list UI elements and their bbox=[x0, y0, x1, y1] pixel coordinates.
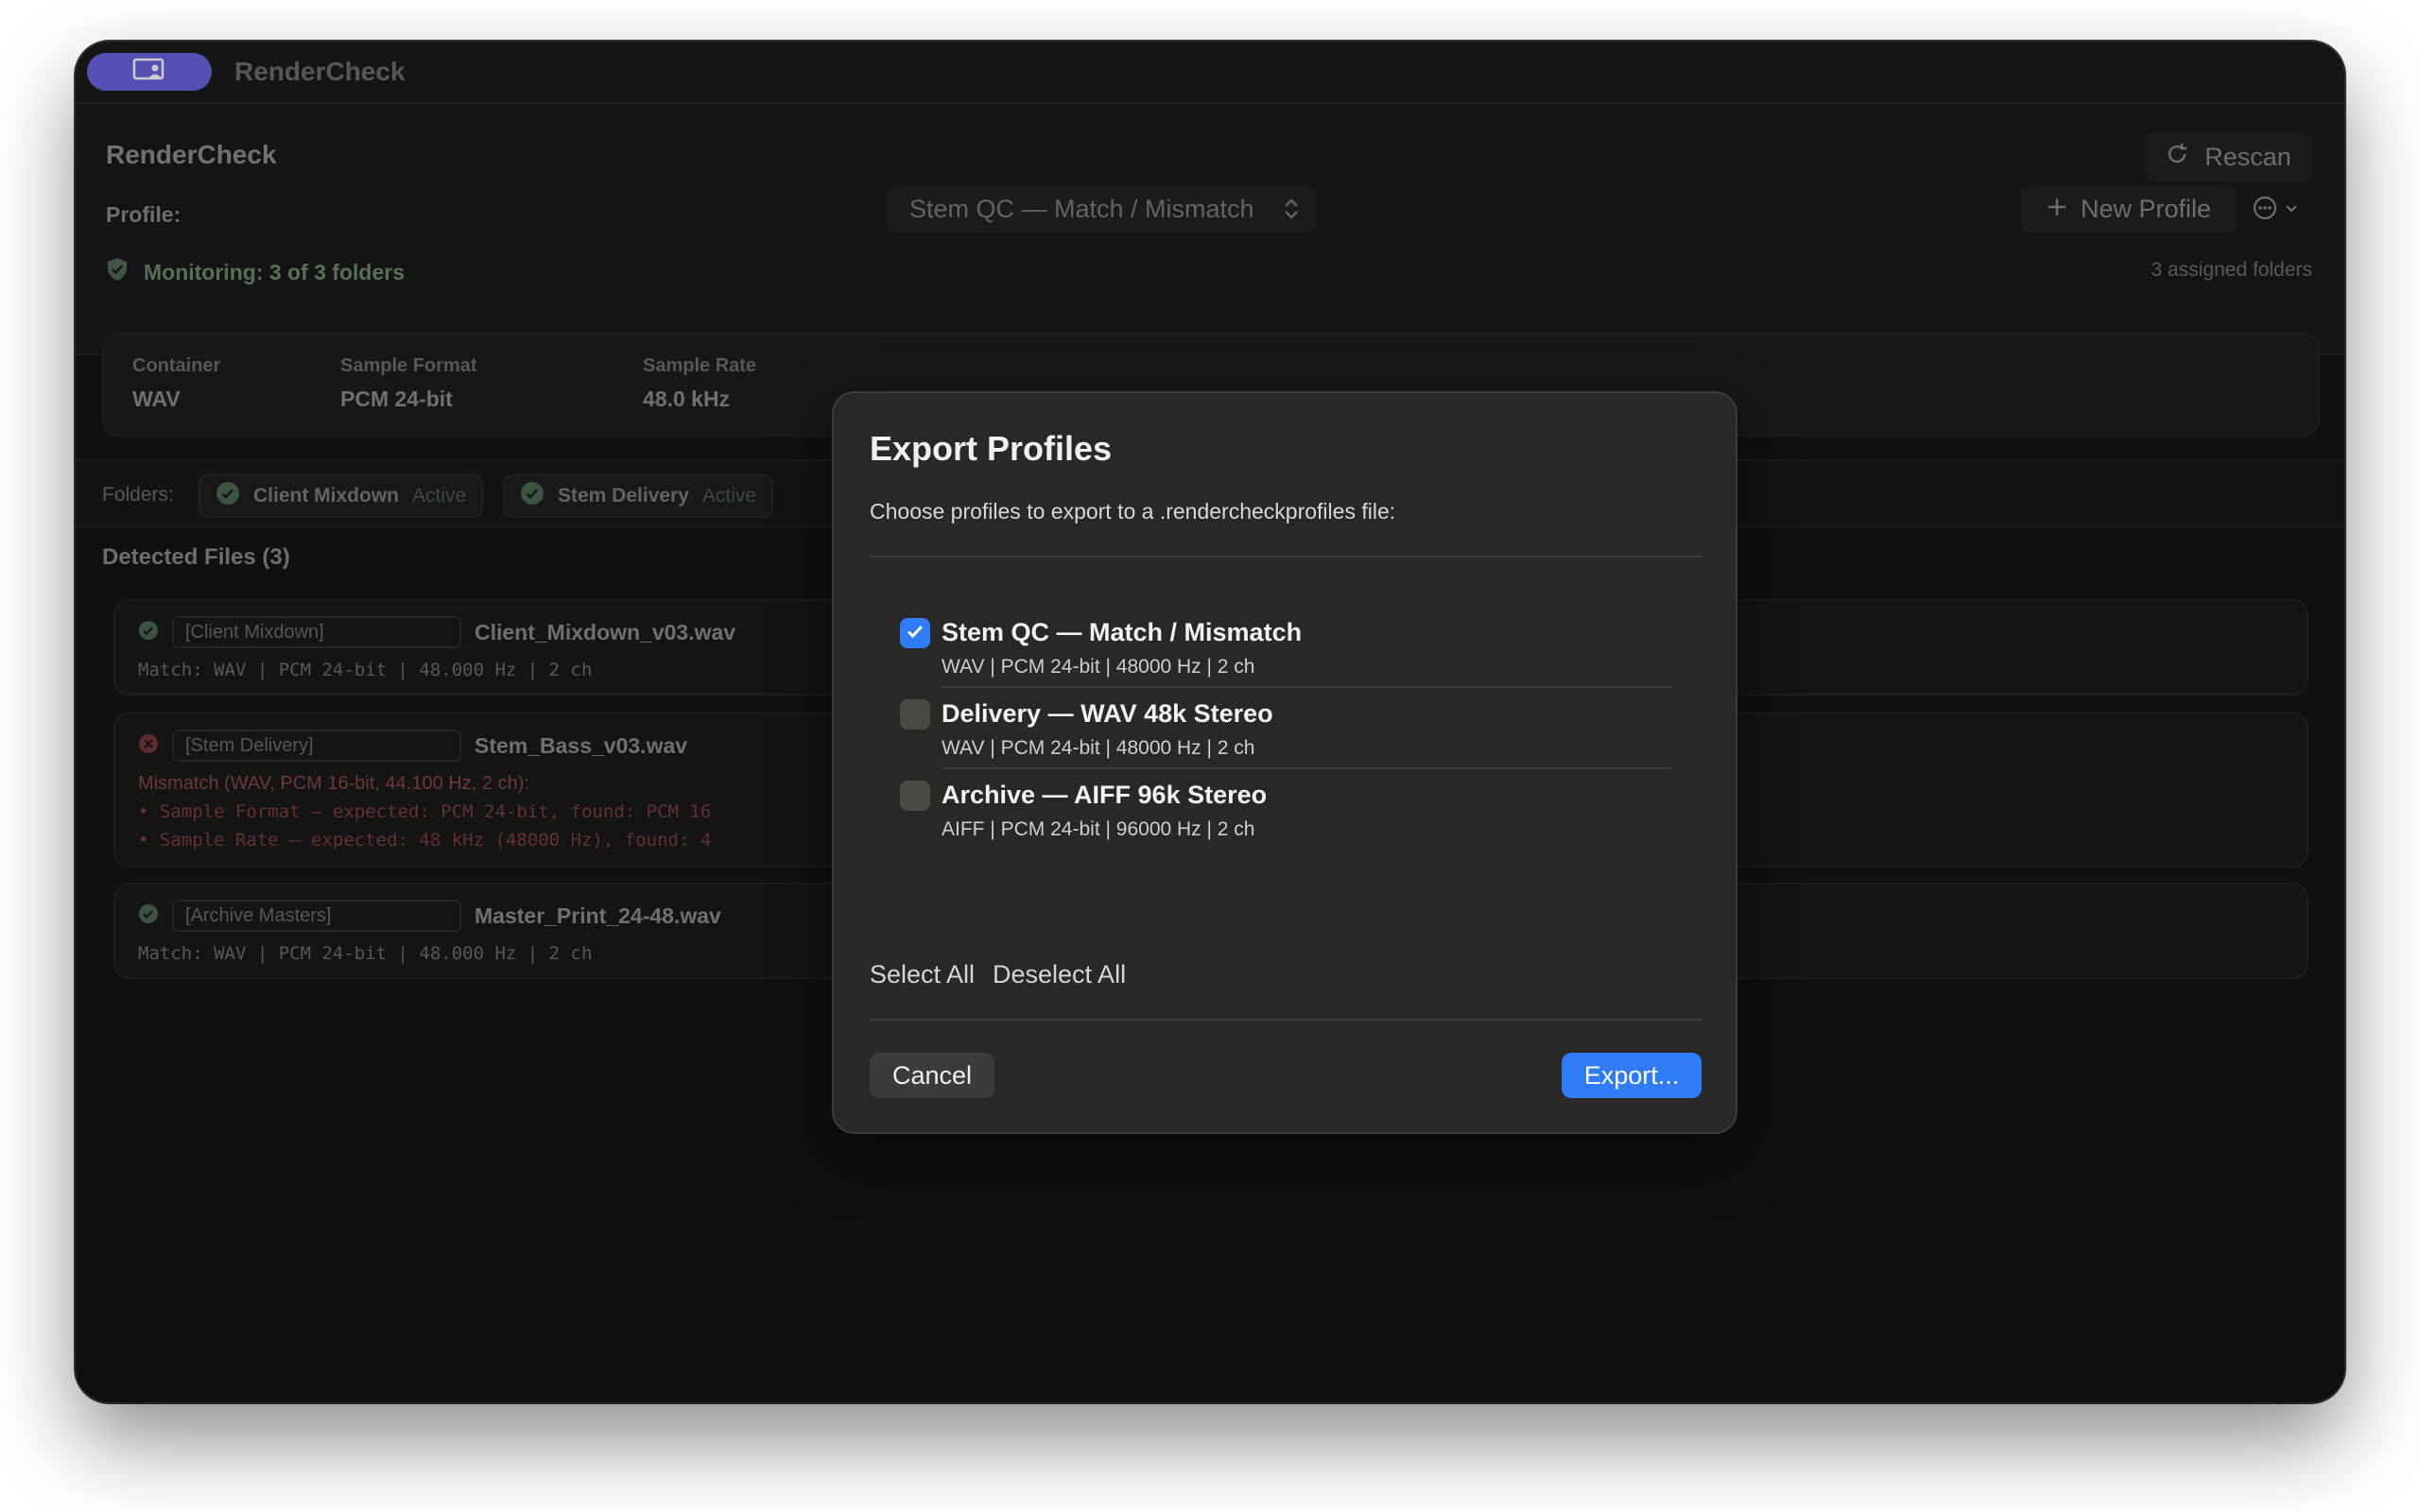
dialog-subtitle: Choose profiles to export to a .renderch… bbox=[870, 499, 1396, 524]
dialog-title: Export Profiles bbox=[870, 429, 1113, 468]
profile-option-meta: WAV | PCM 24-bit | 48000 Hz | 2 ch bbox=[942, 737, 1255, 759]
profile-option-meta: WAV | PCM 24-bit | 48000 Hz | 2 ch bbox=[942, 656, 1255, 678]
deselect-all-button[interactable]: Deselect All bbox=[993, 960, 1126, 989]
profile-option-meta: AIFF | PCM 24-bit | 96000 Hz | 2 ch bbox=[942, 818, 1255, 840]
profile-option-name: Delivery — WAV 48k Stereo bbox=[942, 699, 1273, 728]
divider bbox=[870, 556, 1702, 558]
profile-option-stem-qc[interactable]: Stem QC — Match / Mismatch WAV | PCM 24-… bbox=[900, 607, 1671, 688]
cancel-button[interactable]: Cancel bbox=[870, 1053, 994, 1098]
profile-option-delivery[interactable]: Delivery — WAV 48k Stereo WAV | PCM 24-b… bbox=[900, 688, 1671, 769]
profile-option-name: Archive — AIFF 96k Stereo bbox=[942, 781, 1268, 809]
export-profiles-dialog: Export Profiles Choose profiles to expor… bbox=[832, 391, 1737, 1134]
profile-option-name: Stem QC — Match / Mismatch bbox=[942, 618, 1303, 646]
checkbox-unchecked[interactable] bbox=[900, 699, 930, 730]
app-window: RenderCheck RenderCheck Rescan Profile: … bbox=[76, 42, 2344, 1402]
select-all-button[interactable]: Select All bbox=[870, 960, 975, 989]
checkbox-checked[interactable] bbox=[900, 618, 930, 648]
export-button[interactable]: Export... bbox=[1562, 1053, 1702, 1098]
divider bbox=[870, 1019, 1702, 1021]
checkbox-unchecked[interactable] bbox=[900, 781, 930, 811]
profile-option-archive[interactable]: Archive — AIFF 96k Stereo AIFF | PCM 24-… bbox=[900, 769, 1671, 850]
checkmark-icon bbox=[905, 621, 925, 646]
